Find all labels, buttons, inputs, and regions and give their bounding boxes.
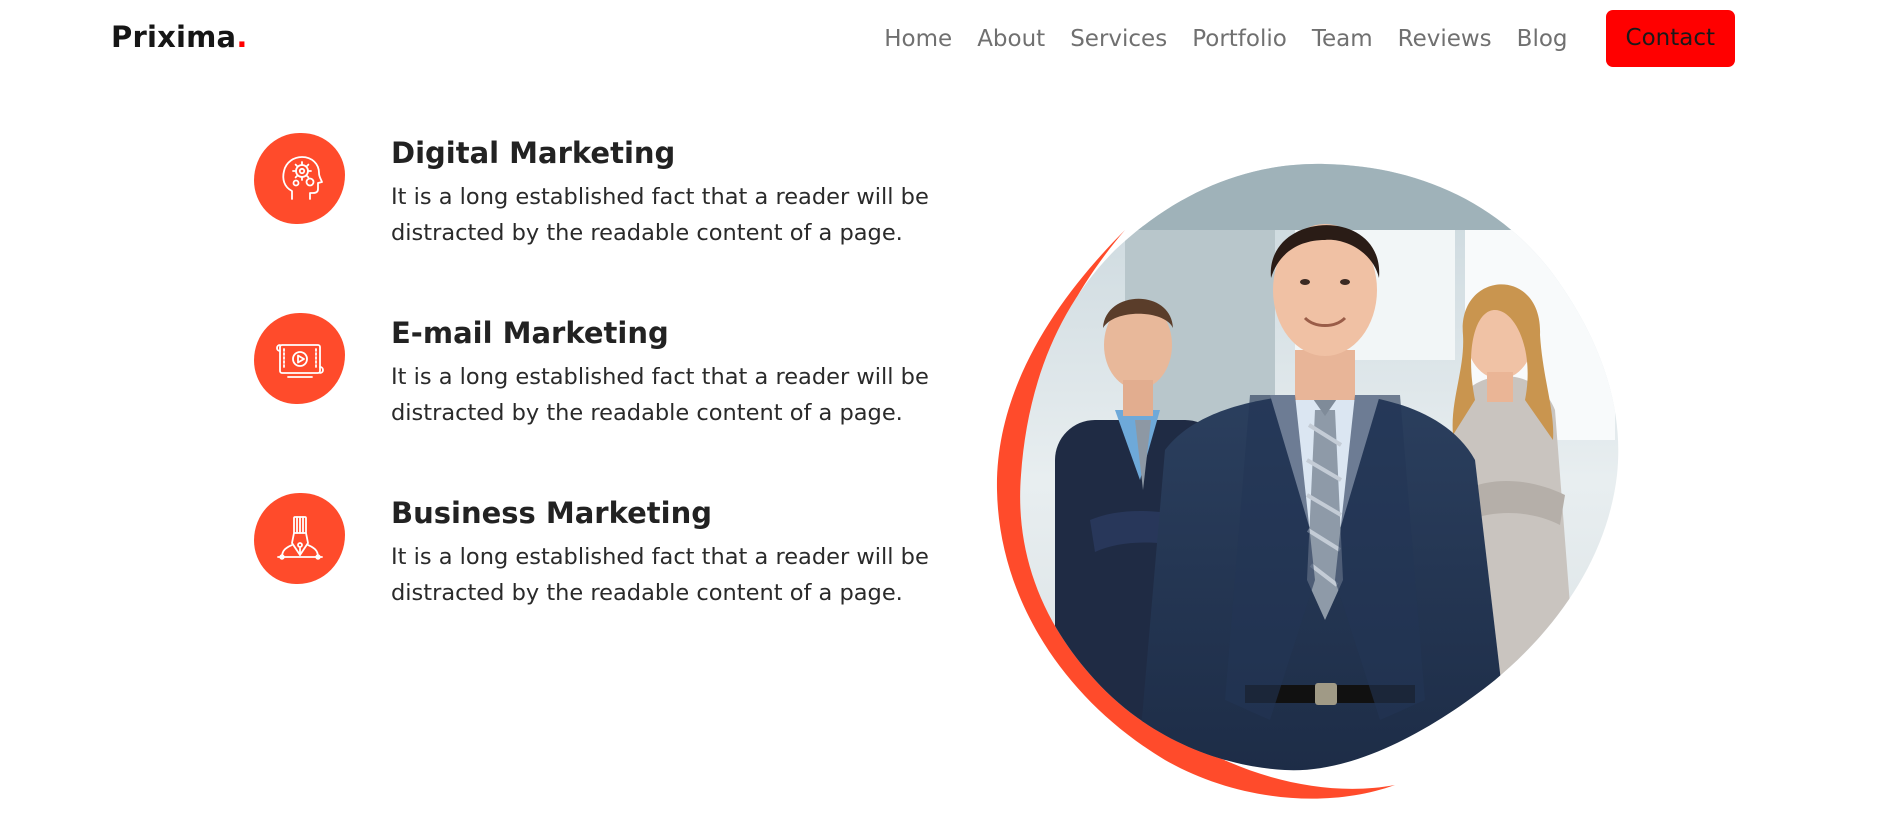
service-title: Digital Marketing [391, 136, 676, 170]
service-item-digital-marketing: Digital Marketing It is a long establish… [254, 133, 954, 313]
nav-link-portfolio[interactable]: Portfolio [1192, 26, 1287, 52]
service-title: E-mail Marketing [391, 316, 669, 350]
service-body: Digital Marketing It is a long establish… [391, 133, 931, 251]
service-item-business-marketing: Business Marketing It is a long establis… [254, 493, 954, 673]
nav-link-home[interactable]: Home [884, 26, 952, 52]
video-scroll-icon [254, 313, 345, 404]
nav-menu: Home About Services Portfolio Team Revie… [884, 10, 1735, 67]
brand-name: Prixima [111, 20, 237, 54]
nav-link-team[interactable]: Team [1312, 26, 1373, 52]
nav-link-blog[interactable]: Blog [1517, 26, 1568, 52]
service-description: It is a long established fact that a rea… [391, 544, 929, 606]
brand-logo[interactable]: Prixima. [111, 20, 248, 54]
nav-link-reviews[interactable]: Reviews [1398, 26, 1492, 52]
service-title: Business Marketing [391, 496, 712, 530]
service-item-email-marketing: E-mail Marketing It is a long establishe… [254, 313, 954, 493]
contact-button[interactable]: Contact [1605, 10, 1735, 67]
pen-tool-icon [254, 493, 345, 584]
business-team-photo [995, 160, 1635, 800]
nav-link-services[interactable]: Services [1070, 26, 1167, 52]
service-description: It is a long established fact that a rea… [391, 364, 929, 426]
service-body: E-mail Marketing It is a long establishe… [391, 313, 931, 431]
service-body: Business Marketing It is a long establis… [391, 493, 931, 611]
navbar: Prixima. Home About Services Portfolio T… [0, 0, 1887, 80]
brand-dot: . [236, 20, 248, 54]
nav-link-about[interactable]: About [977, 26, 1045, 52]
head-gears-icon [254, 133, 345, 224]
services-list: Digital Marketing It is a long establish… [254, 133, 954, 673]
service-description: It is a long established fact that a rea… [391, 184, 929, 246]
